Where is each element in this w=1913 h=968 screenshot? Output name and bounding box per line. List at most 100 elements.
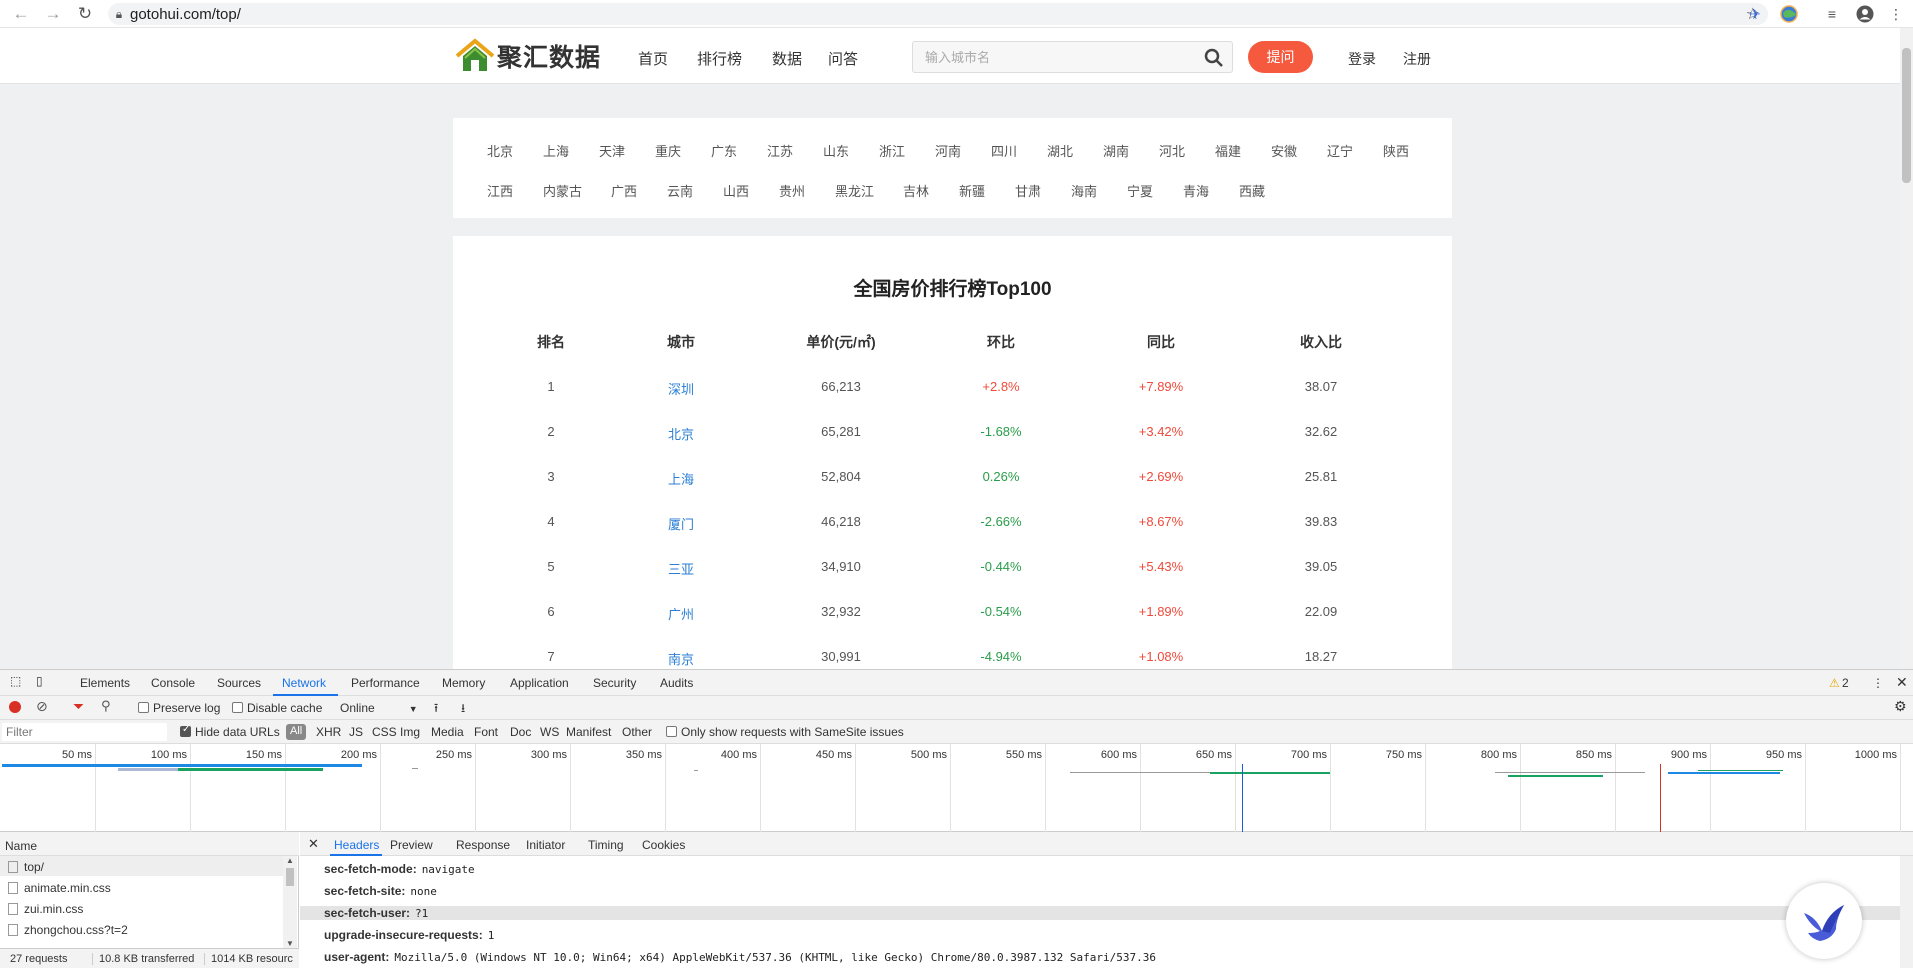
filter-type-ws[interactable]: WS <box>540 725 559 739</box>
devtools-tab-performance[interactable]: Performance <box>351 676 420 690</box>
nav-data[interactable]: 数据 <box>772 48 802 69</box>
city-link[interactable]: 宁夏 <box>1127 181 1153 200</box>
filter-type-xhr[interactable]: XHR <box>316 725 341 739</box>
filter-type-other[interactable]: Other <box>622 725 652 739</box>
city-link[interactable]: 陕西 <box>1383 141 1409 160</box>
city-link[interactable]: 青海 <box>1183 181 1209 200</box>
city-link[interactable]: 贵州 <box>779 181 805 200</box>
hide-data-urls-box[interactable] <box>180 724 191 737</box>
table-cell-city[interactable]: 三亚 <box>668 559 694 578</box>
city-link[interactable]: 辽宁 <box>1327 141 1353 160</box>
city-link[interactable]: 湖北 <box>1047 141 1073 160</box>
register-link[interactable]: 注册 <box>1403 49 1431 69</box>
search-icon[interactable] <box>1204 48 1224 68</box>
menu-icon[interactable]: ⋮ <box>1886 4 1906 24</box>
detail-tab-cookies[interactable]: Cookies <box>642 838 685 852</box>
city-link[interactable]: 安徽 <box>1271 141 1297 160</box>
city-link[interactable]: 云南 <box>667 181 693 200</box>
globe-extension-icon[interactable] <box>1779 4 1799 24</box>
import-har-icon[interactable]: ⭱ <box>434 699 438 720</box>
city-link[interactable]: 上海 <box>543 141 569 160</box>
samesite-box[interactable] <box>666 726 677 737</box>
samesite-checkbox[interactable]: Only show requests with SameSite issues <box>666 725 904 739</box>
city-link[interactable]: 吉林 <box>903 181 929 200</box>
scroll-up-arrow-icon[interactable]: ▲ <box>286 856 294 865</box>
detail-tab-initiator[interactable]: Initiator <box>526 838 565 852</box>
url-text[interactable]: gotohui.com/top/ <box>130 6 241 23</box>
devtools-tab-elements[interactable]: Elements <box>80 676 130 690</box>
filter-icon[interactable]: ⏷ <box>73 698 84 715</box>
nav-ranking[interactable]: 排行榜 <box>697 48 742 69</box>
filter-type-font[interactable]: Font <box>474 725 498 739</box>
name-column-header[interactable]: Name <box>0 832 299 856</box>
back-icon[interactable]: ← <box>8 0 34 28</box>
detail-tab-response[interactable]: Response <box>456 838 510 852</box>
clear-icon[interactable]: ⊘ <box>36 698 48 715</box>
network-filter-input[interactable] <box>2 723 167 741</box>
page-scrollbar-thumb[interactable] <box>1902 48 1911 183</box>
city-link[interactable]: 内蒙古 <box>543 181 582 200</box>
inspect-element-icon[interactable]: ⬚ <box>10 674 21 688</box>
floating-bird-badge[interactable] <box>1786 883 1862 959</box>
city-link[interactable]: 河北 <box>1159 141 1185 160</box>
preserve-log-checkbox[interactable]: Preserve log <box>138 701 220 715</box>
city-link[interactable]: 天津 <box>599 141 625 160</box>
request-name[interactable]: zui.min.css <box>24 902 83 916</box>
city-link[interactable]: 甘肃 <box>1015 181 1041 200</box>
playlist-icon[interactable]: ≡ <box>1822 4 1842 24</box>
table-cell-city[interactable]: 上海 <box>668 469 694 488</box>
request-list-scrollbar[interactable]: ▲ ▼ <box>283 856 297 948</box>
account-icon[interactable] <box>1855 4 1875 24</box>
disable-cache-box[interactable] <box>232 702 243 713</box>
preserve-log-box[interactable] <box>138 702 149 713</box>
city-link[interactable]: 新疆 <box>959 181 985 200</box>
city-link[interactable]: 江西 <box>487 181 513 200</box>
network-search-icon[interactable]: ⚲ <box>101 698 111 714</box>
devtools-tab-sources[interactable]: Sources <box>217 676 261 690</box>
warning-count[interactable]: 2 <box>1842 676 1849 690</box>
nav-home[interactable]: 首页 <box>638 48 668 69</box>
request-name[interactable]: animate.min.css <box>24 881 111 895</box>
table-cell-city[interactable]: 北京 <box>668 424 694 443</box>
search-input[interactable] <box>913 42 1198 72</box>
nav-qa[interactable]: 问答 <box>828 48 858 69</box>
city-link[interactable]: 北京 <box>487 141 513 160</box>
city-link[interactable]: 西藏 <box>1239 181 1265 200</box>
request-name[interactable]: zhongchou.css?t=2 <box>24 923 128 937</box>
network-settings-icon[interactable]: ⚙ <box>1894 698 1907 715</box>
forward-icon[interactable]: → <box>40 0 66 28</box>
address-bar[interactable]: 🔒︎ gotohui.com/top/ ☆ <box>108 3 1768 25</box>
request-row[interactable]: animate.min.css <box>0 877 285 897</box>
hide-data-urls-checkbox[interactable]: Hide data URLs <box>180 724 280 739</box>
request-name[interactable]: top/ <box>24 860 44 874</box>
devtools-tab-audits[interactable]: Audits <box>660 676 693 690</box>
table-cell-city[interactable]: 广州 <box>668 604 694 623</box>
request-list-scroll-thumb[interactable] <box>286 868 294 886</box>
devtools-tab-console[interactable]: Console <box>151 676 195 690</box>
devtools-menu-icon[interactable]: ⋮ <box>1872 676 1884 690</box>
devtools-tab-network[interactable]: Network <box>282 676 326 690</box>
filter-type-js[interactable]: JS <box>349 725 363 739</box>
filter-type-doc[interactable]: Doc <box>510 725 531 739</box>
record-icon[interactable] <box>9 701 21 713</box>
devtools-tab-memory[interactable]: Memory <box>442 676 485 690</box>
city-link[interactable]: 山东 <box>823 141 849 160</box>
city-link[interactable]: 湖南 <box>1103 141 1129 160</box>
city-link[interactable]: 四川 <box>991 141 1017 160</box>
table-cell-city[interactable]: 厦门 <box>668 514 694 533</box>
warning-icon[interactable]: ⚠ <box>1829 676 1840 690</box>
detail-scrollbar[interactable] <box>1900 856 1913 968</box>
request-row[interactable]: top/ <box>0 856 285 876</box>
filter-type-all[interactable]: All <box>286 724 307 740</box>
login-link[interactable]: 登录 <box>1348 49 1376 69</box>
detail-tab-headers[interactable]: Headers <box>334 838 379 852</box>
city-link[interactable]: 浙江 <box>879 141 905 160</box>
devtools-tab-security[interactable]: Security <box>593 676 636 690</box>
city-link[interactable]: 河南 <box>935 141 961 160</box>
city-link[interactable]: 广西 <box>611 181 637 200</box>
table-cell-city[interactable]: 南京 <box>668 649 694 668</box>
page-scrollbar[interactable] <box>1900 28 1913 669</box>
close-detail-icon[interactable]: ✕ <box>308 836 319 852</box>
filter-type-media[interactable]: Media <box>431 725 464 739</box>
filter-type-img[interactable]: Img <box>400 725 420 739</box>
